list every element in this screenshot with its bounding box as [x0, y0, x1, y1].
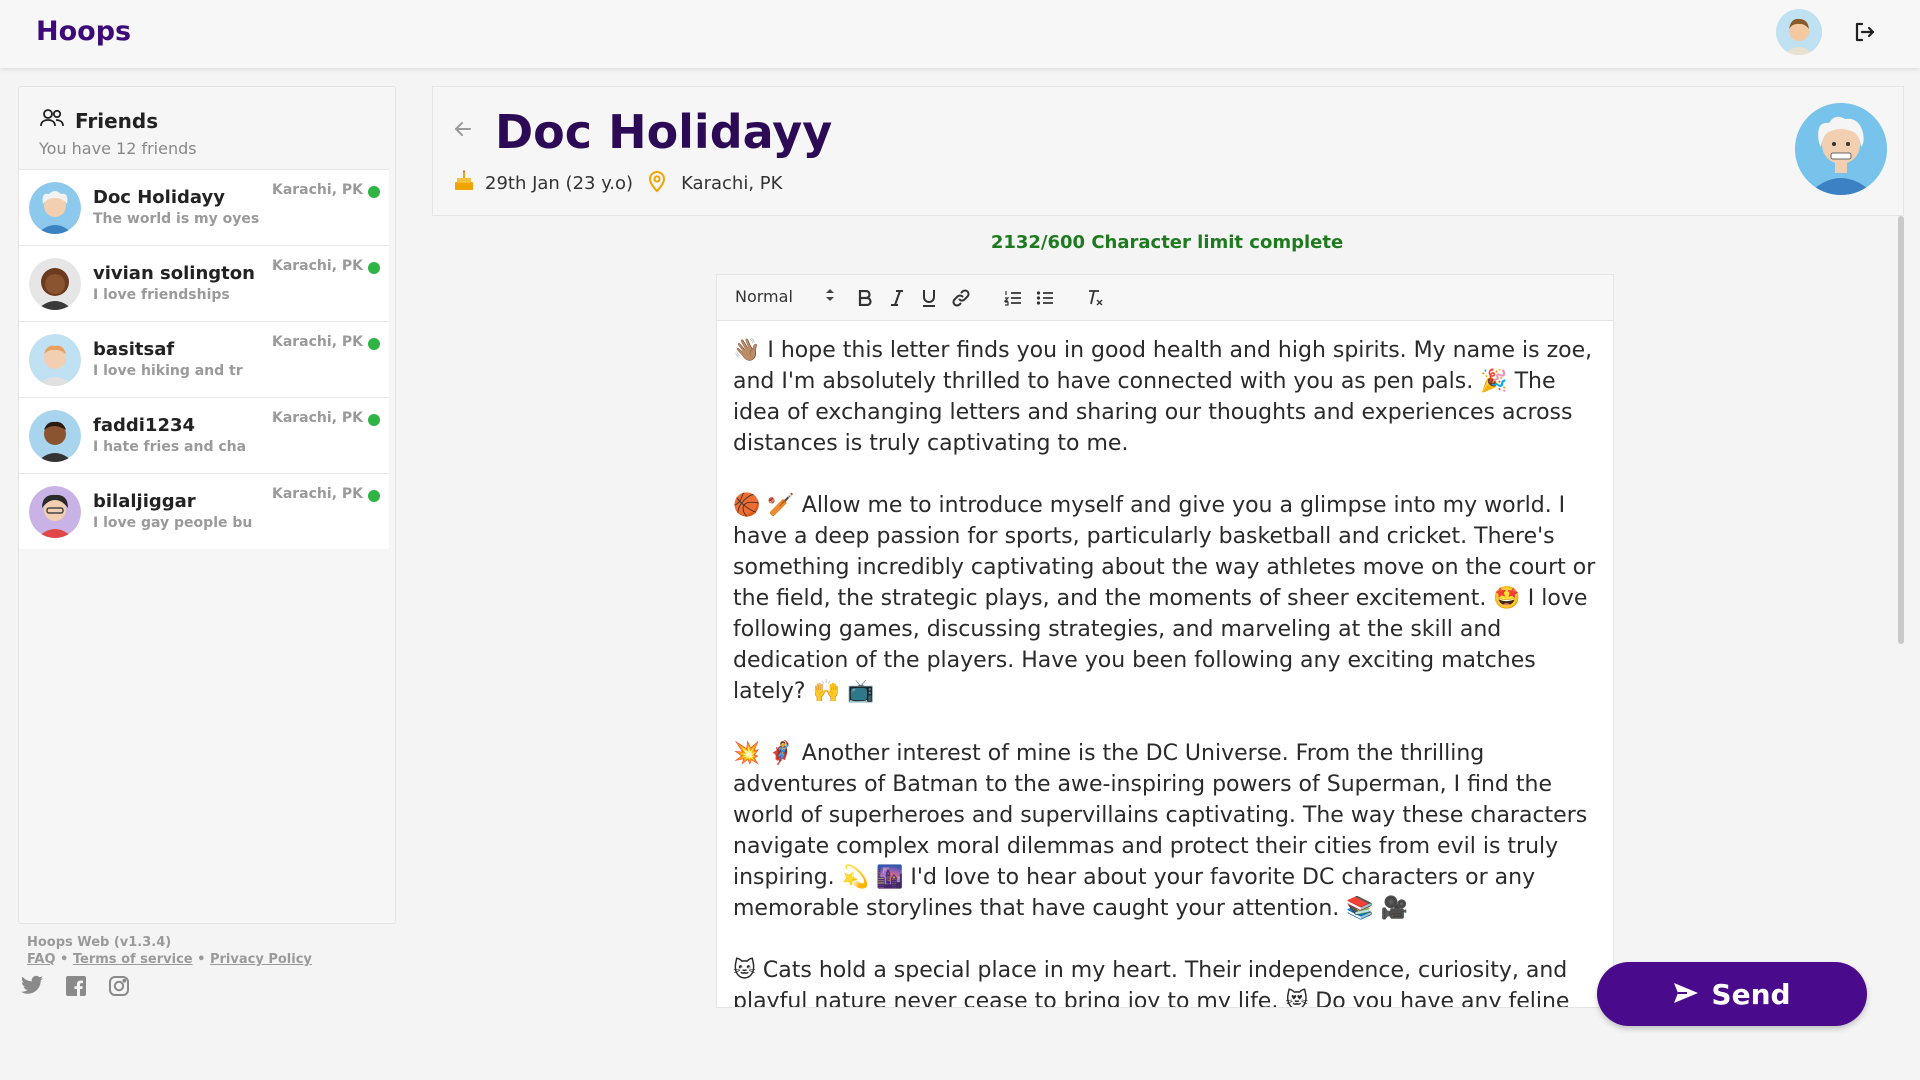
online-status-dot [368, 490, 380, 502]
letter-paragraph: 🏀 🏏 Allow me to introduce myself and giv… [733, 493, 1596, 704]
friend-name: faddi1234 [93, 415, 196, 436]
ordered-list-icon[interactable] [1001, 286, 1025, 310]
friend-list: Doc Holidayy The world is my oyes Karach… [19, 169, 389, 549]
friend-bio: I love friendships [93, 287, 230, 303]
privacy-link[interactable]: Privacy Policy [210, 952, 312, 967]
friends-sidebar: Friends You have 12 friends Doc Holidayy… [18, 86, 396, 924]
clear-format-icon[interactable] [1083, 286, 1107, 310]
letter-editor: Normal 👋🏽 I hope this letter finds you i… [716, 274, 1614, 1008]
bullet-list-icon[interactable] [1033, 286, 1057, 310]
editor-toolbar: Normal [717, 275, 1613, 321]
bold-icon[interactable] [853, 286, 877, 310]
text-format-value: Normal [735, 287, 793, 306]
brand-logo[interactable]: Hoops [36, 16, 131, 47]
friend-name: basitsaf [93, 339, 175, 360]
italic-icon[interactable] [885, 286, 909, 310]
profile-avatar [1795, 103, 1887, 195]
profile-name: Doc Holidayy [495, 105, 833, 159]
user-avatar[interactable] [1776, 9, 1822, 55]
friend-avatar [29, 258, 81, 310]
faq-link[interactable]: FAQ [27, 952, 56, 967]
send-icon [1673, 978, 1699, 1011]
character-limit-status: 2132/600 Character limit complete [990, 232, 1344, 253]
friend-bio: I love hiking and tr [93, 363, 243, 379]
text-format-select[interactable]: Normal [735, 287, 835, 307]
terms-link[interactable]: Terms of service [73, 952, 193, 967]
friend-avatar [29, 486, 81, 538]
friend-name: vivian solington [93, 263, 255, 284]
friend-bio: The world is my oyes [93, 211, 260, 227]
friend-name: Doc Holidayy [93, 187, 225, 208]
friend-item[interactable]: vivian solington I love friendships Kara… [19, 245, 389, 321]
friend-item[interactable]: bilaljiggar I love gay people bu Karachi… [19, 473, 389, 549]
friend-item[interactable]: basitsaf I love hiking and tr Karachi, P… [19, 321, 389, 397]
friend-location: Karachi, PK [271, 182, 363, 198]
letter-paragraph: 👋🏽 I hope this letter finds you in good … [733, 338, 1593, 456]
friends-icon [39, 107, 65, 134]
underline-icon[interactable] [917, 286, 941, 310]
sidebar-footer: Hoops Web (v1.3.4) FAQ • Terms of servic… [27, 935, 312, 967]
link-icon[interactable] [949, 286, 973, 310]
select-arrows-icon [825, 287, 835, 307]
friend-bio: I hate fries and cha [93, 439, 247, 455]
friend-avatar [29, 334, 81, 386]
friend-name: bilaljiggar [93, 491, 196, 512]
facebook-icon[interactable] [65, 975, 87, 1001]
profile-header: Doc Holidayy 29th Jan (23 y.o) Karachi, … [432, 86, 1904, 216]
friend-item[interactable]: faddi1234 I hate fries and cha Karachi, … [19, 397, 389, 473]
twitter-icon[interactable] [20, 975, 44, 1001]
page-scrollbar-thumb[interactable] [1898, 216, 1904, 644]
logout-icon[interactable] [1848, 16, 1880, 48]
send-label: Send [1711, 977, 1791, 1011]
profile-birthday: 29th Jan (23 y.o) [485, 173, 634, 194]
letter-text-area[interactable]: 👋🏽 I hope this letter finds you in good … [733, 335, 1599, 1007]
send-button[interactable]: Send [1597, 962, 1867, 1026]
footer-separator: • [197, 952, 206, 967]
back-arrow-icon[interactable] [451, 117, 475, 145]
friend-location: Karachi, PK [271, 334, 363, 350]
letter-paragraph: 💥 🦸 Another interest of mine is the DC U… [733, 741, 1588, 921]
online-status-dot [368, 262, 380, 274]
friend-location: Karachi, PK [271, 258, 363, 274]
online-status-dot [368, 186, 380, 198]
friends-count: You have 12 friends [39, 139, 197, 158]
profile-location: Karachi, PK [681, 173, 783, 194]
friend-location: Karachi, PK [271, 410, 363, 426]
friend-avatar [29, 182, 81, 234]
friend-location: Karachi, PK [271, 486, 363, 502]
profile-meta: 29th Jan (23 y.o) Karachi, PK [453, 169, 782, 198]
birthday-cake-icon [453, 170, 475, 197]
friends-title: Friends [75, 108, 159, 133]
top-bar: Hoops [0, 0, 1920, 68]
friend-item[interactable]: Doc Holidayy The world is my oyes Karach… [19, 169, 389, 245]
footer-separator: • [60, 952, 69, 967]
friends-header: Friends You have 12 friends [39, 107, 197, 159]
location-pin-icon [647, 169, 667, 198]
online-status-dot [368, 338, 380, 350]
social-links [20, 975, 130, 1001]
friend-avatar [29, 410, 81, 462]
friend-bio: I love gay people bu [93, 515, 253, 531]
instagram-icon[interactable] [108, 975, 130, 1001]
app-version: Hoops Web (v1.3.4) [27, 935, 172, 950]
letter-paragraph: 🐱 Cats hold a special place in my heart.… [733, 958, 1570, 1007]
online-status-dot [368, 414, 380, 426]
